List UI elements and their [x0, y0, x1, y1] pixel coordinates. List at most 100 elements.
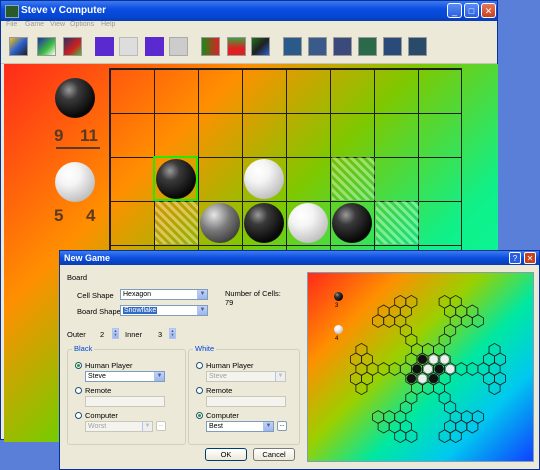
white-group-title: White	[193, 344, 217, 353]
valid-move-marker[interactable]	[155, 201, 198, 244]
valid-move-marker[interactable]	[332, 157, 375, 200]
toolbar	[1, 33, 497, 64]
preview-hex-cell	[494, 352, 507, 367]
stats-chart-icon[interactable]	[201, 37, 220, 56]
preview-hex-cell	[449, 429, 462, 444]
chevron-down-icon: ▼	[263, 422, 273, 431]
cell-shape-select[interactable]: Hexagon ▼	[120, 289, 208, 300]
black-group-title: Black	[72, 344, 95, 353]
redo-icon[interactable]	[119, 37, 138, 56]
inner-label: Inner	[125, 330, 143, 339]
preview-hex-cell	[405, 429, 418, 444]
undo-icon[interactable]	[95, 37, 114, 56]
menu-file[interactable]: File	[6, 21, 17, 28]
white-human-radio[interactable]	[196, 362, 203, 369]
help-button[interactable]: ?	[509, 252, 521, 264]
board-disc[interactable]	[244, 203, 284, 243]
preview-stone	[445, 364, 455, 374]
black-human-select[interactable]: Steve ▼	[85, 371, 165, 382]
menu-view[interactable]: View	[50, 21, 65, 28]
white-player-disc	[55, 162, 95, 202]
save-icon[interactable]	[63, 37, 82, 56]
preview-hex-cell	[350, 371, 362, 386]
valid-move-marker[interactable]	[376, 201, 419, 244]
black-remote-radio[interactable]	[75, 387, 82, 394]
dialog-title-bar[interactable]: New Game ? ✕	[60, 251, 539, 265]
white-computer-label: Computer	[206, 411, 239, 420]
board-shape-select[interactable]: Snowflake ▼	[120, 305, 208, 316]
white-computer-options-button[interactable]: ...	[277, 421, 287, 431]
snowflake-board-preview	[350, 294, 507, 444]
app-icon	[5, 5, 19, 18]
board-disc[interactable]	[156, 159, 196, 199]
theme-6-icon[interactable]	[408, 37, 427, 56]
cancel-button[interactable]: Cancel	[253, 448, 295, 461]
chevron-down-icon: ▼	[275, 372, 285, 381]
preview-hex-cell	[394, 429, 407, 444]
theme-5-icon[interactable]	[383, 37, 402, 56]
white-human-select[interactable]: Steve ▼	[206, 371, 286, 382]
black-computer-radio[interactable]	[75, 412, 82, 419]
theme-1-icon[interactable]	[283, 37, 302, 56]
white-remote-radio[interactable]	[196, 387, 203, 394]
num-cells-value: 79	[225, 298, 234, 307]
dialog-close-button[interactable]: ✕	[524, 252, 536, 264]
preview-stone	[428, 354, 439, 365]
preview-hex-cell	[377, 362, 390, 376]
inner-value: 3	[158, 330, 163, 339]
menu-help[interactable]: Help	[101, 21, 115, 28]
board-shape-value: Snowflake	[123, 307, 158, 314]
preview-hex-cell	[466, 419, 479, 434]
close-button[interactable]: ✕	[481, 3, 496, 18]
white-computer-select[interactable]: Best ▼	[206, 421, 274, 432]
theme-2-icon[interactable]	[308, 37, 327, 56]
black-computer-select[interactable]: Worst ▼	[85, 421, 153, 432]
hint-icon[interactable]	[169, 37, 188, 56]
minimize-button[interactable]: _	[447, 3, 462, 18]
white-computer-value: Best	[209, 423, 224, 430]
ok-button[interactable]: OK	[205, 448, 247, 461]
white-remote-field[interactable]	[206, 396, 286, 407]
preview-hex-cell	[466, 304, 479, 319]
white-remote-label: Remote	[206, 386, 233, 395]
black-computer-value: Worst	[88, 423, 107, 430]
white-human-value: Steve	[209, 373, 227, 380]
black-human-radio[interactable]	[75, 362, 82, 369]
new-game-icon[interactable]	[9, 37, 28, 56]
theme-3-icon[interactable]	[333, 37, 352, 56]
board-disc[interactable]	[332, 203, 372, 243]
outer-spinner[interactable]: ▲ ▼	[112, 328, 119, 339]
preview-hex-cell	[438, 429, 451, 444]
chevron-down-icon: ▼	[197, 306, 207, 315]
white-computer-radio[interactable]	[196, 412, 203, 419]
black-remote-field[interactable]	[85, 396, 165, 407]
black-remote-label: Remote	[85, 386, 112, 395]
board-icon[interactable]	[251, 37, 270, 56]
maximize-button[interactable]: □	[464, 3, 479, 18]
chevron-down-icon: ▼	[154, 372, 164, 381]
board-disc[interactable]	[244, 159, 284, 199]
black-total-count: 11	[80, 126, 98, 145]
board-disc[interactable]	[200, 203, 240, 243]
menu-options[interactable]: Options	[70, 21, 94, 28]
dialog-title: New Game	[64, 253, 111, 263]
chevron-down-icon: ▼	[142, 422, 152, 431]
undo-all-icon[interactable]	[145, 37, 164, 56]
board-disc[interactable]	[288, 203, 328, 243]
preview-hex-cell	[405, 294, 418, 309]
menu-game[interactable]: Game	[25, 21, 44, 28]
inner-spinner[interactable]: ▲ ▼	[169, 328, 176, 339]
bar-chart-icon[interactable]	[227, 37, 246, 56]
outer-label: Outer	[67, 330, 86, 339]
white-captured-count: 5	[54, 206, 64, 225]
preview-hex-cell	[449, 294, 462, 309]
title-bar[interactable]: Steve v Computer _ □ ✕	[1, 1, 497, 21]
black-computer-options-button[interactable]: ...	[156, 421, 166, 431]
cell-shape-label: Cell Shape	[77, 291, 114, 300]
theme-4-icon[interactable]	[358, 37, 377, 56]
preview-hex-cell	[350, 352, 362, 367]
preview-stone	[434, 364, 444, 374]
open-icon[interactable]	[37, 37, 56, 56]
board-preview: 3 4	[307, 272, 534, 462]
white-human-label: Human Player	[206, 361, 254, 370]
